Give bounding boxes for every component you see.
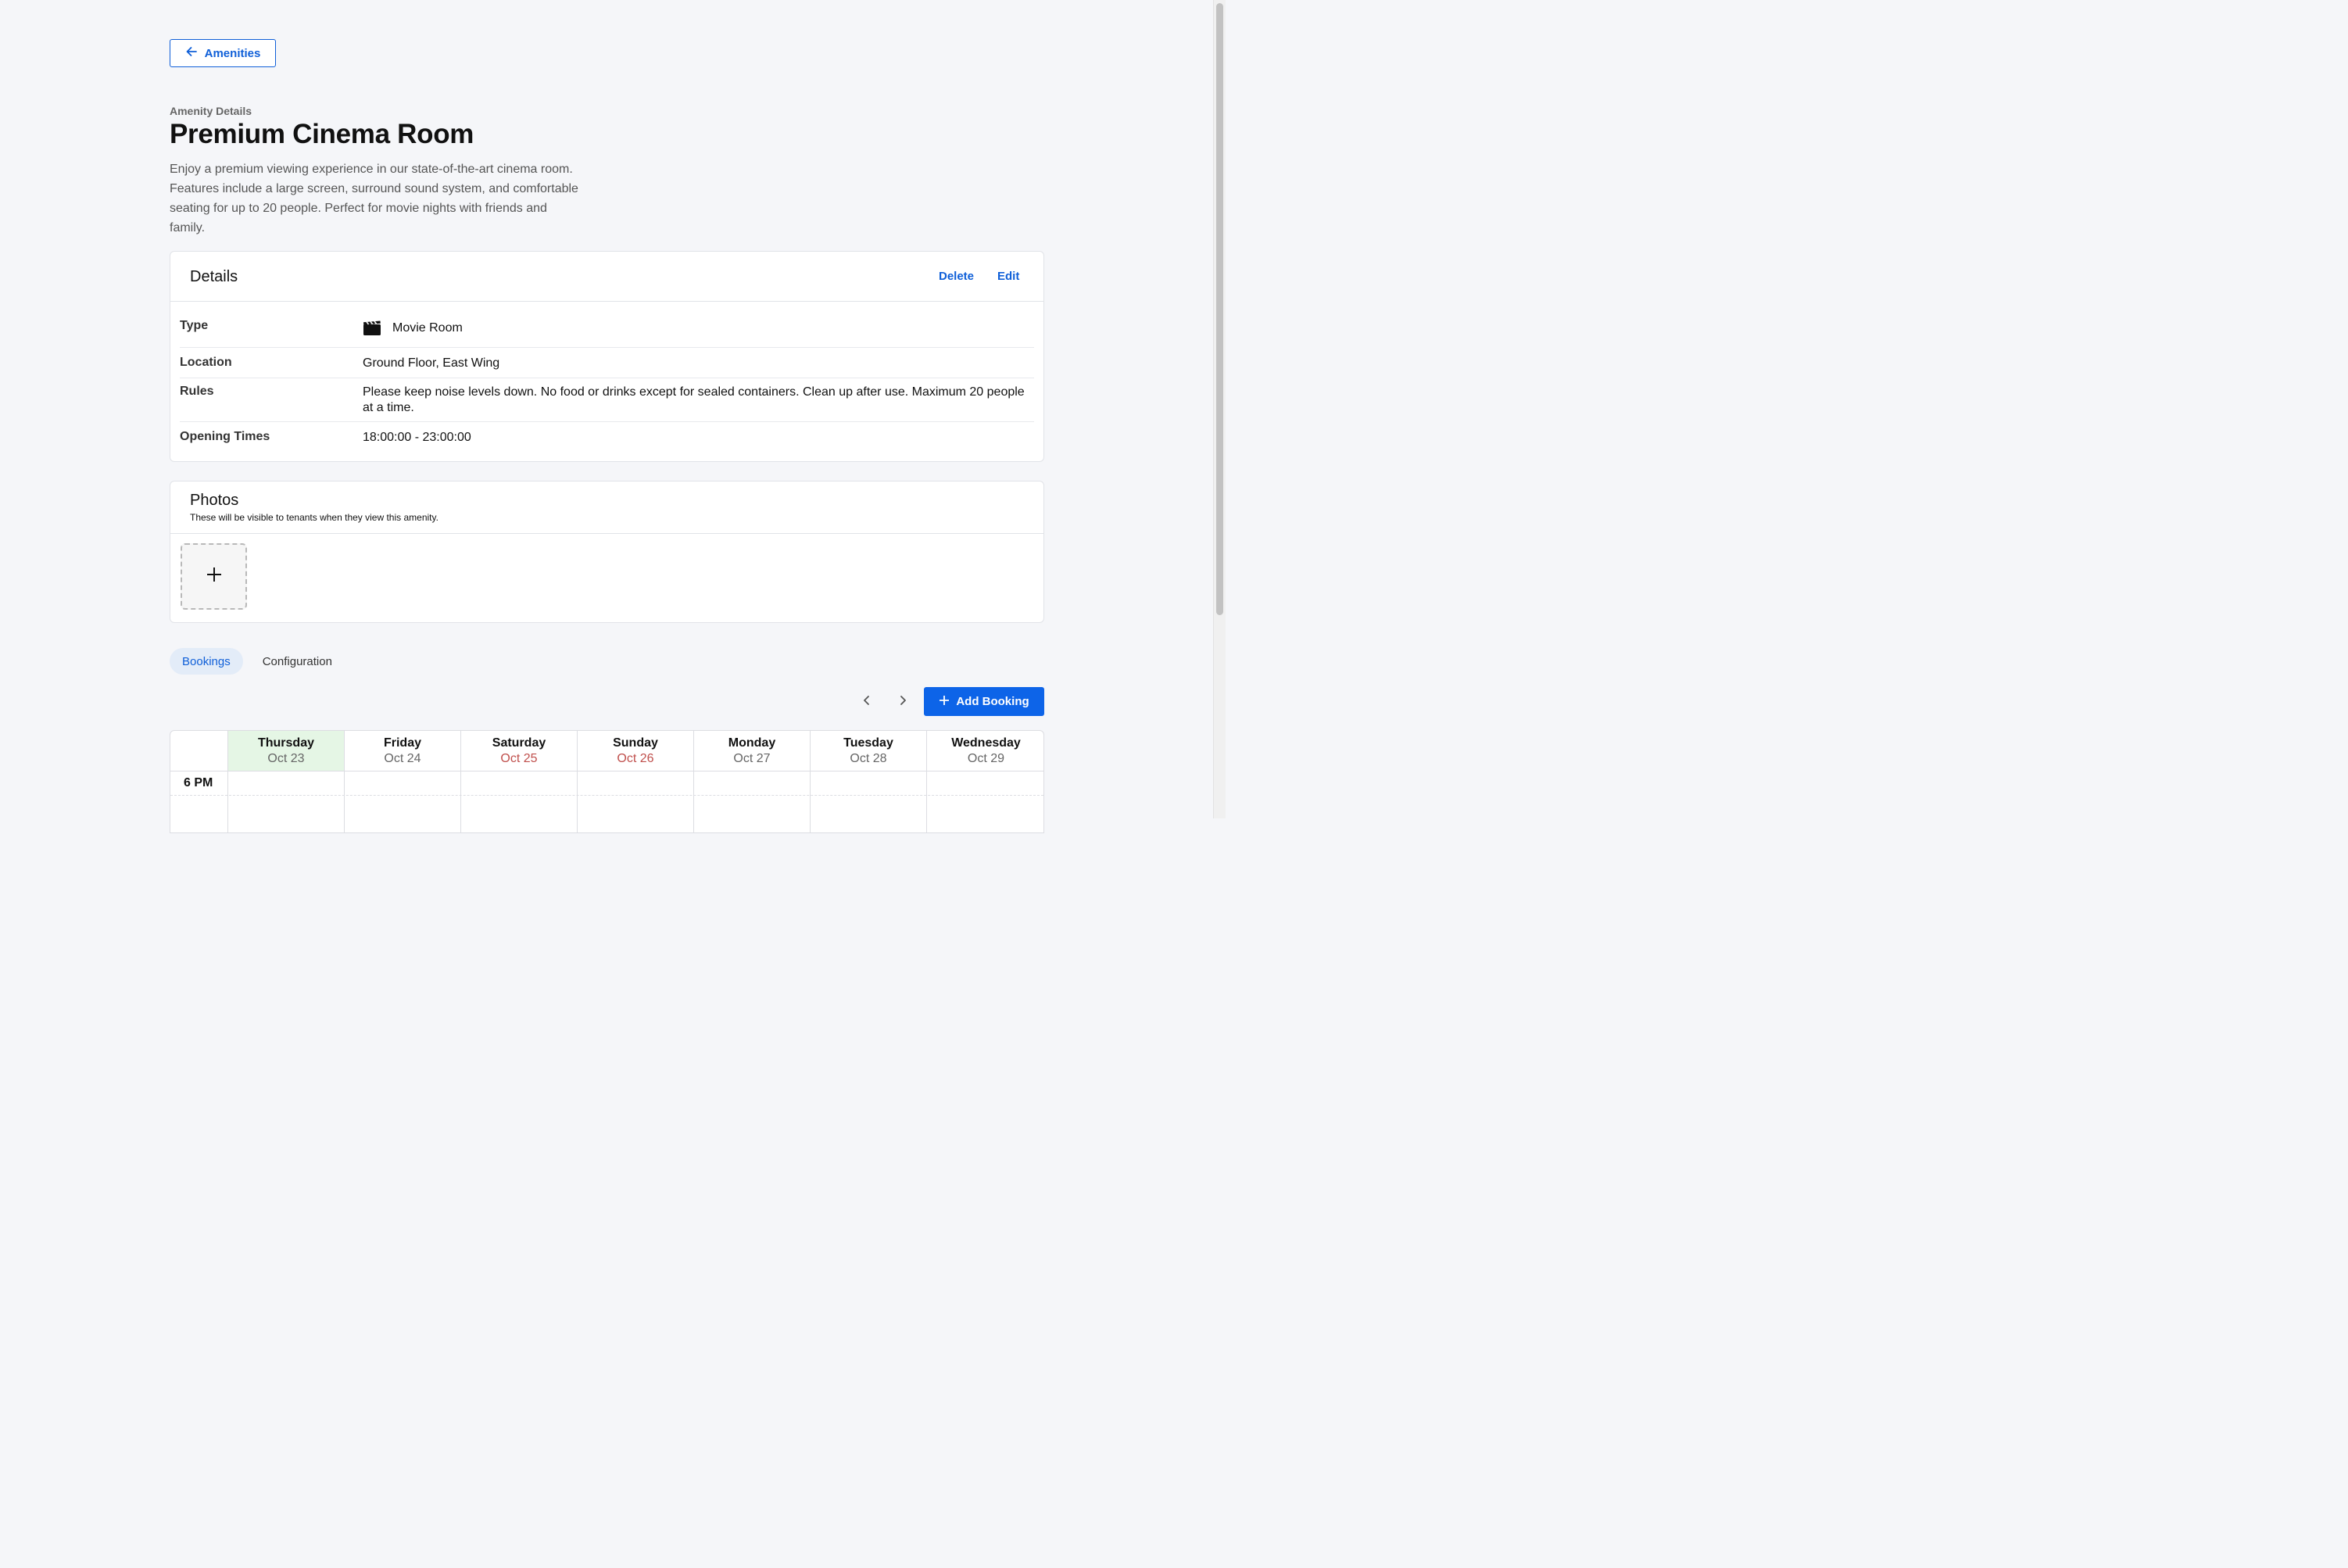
day-date: Oct 29 xyxy=(967,752,1005,765)
arrow-left-icon xyxy=(185,45,198,61)
detail-row-type: Type Movie Room xyxy=(180,302,1034,348)
scrollbar-thumb[interactable] xyxy=(1216,3,1223,615)
opening-times-label: Opening Times xyxy=(180,430,270,443)
day-date: Oct 28 xyxy=(850,752,887,765)
previous-week-button[interactable] xyxy=(857,693,876,711)
day-name: Wednesday xyxy=(951,736,1021,750)
day-date: Oct 25 xyxy=(500,752,538,765)
location-label: Location xyxy=(180,356,232,369)
day-header-saturday: Saturday Oct 25 xyxy=(460,731,577,771)
details-card: Details Delete Edit Type Movie Room Loca… xyxy=(170,251,1044,462)
add-booking-button[interactable]: Add Booking xyxy=(924,687,1044,716)
calendar-slot-saturday[interactable] xyxy=(460,771,578,832)
day-name: Thursday xyxy=(257,736,314,750)
opening-times-value: 18:00:00 - 23:00:00 xyxy=(363,431,471,444)
next-week-button[interactable] xyxy=(893,693,912,711)
calendar-slot-friday[interactable] xyxy=(344,771,461,832)
half-hour-line xyxy=(170,795,1043,796)
type-value: Movie Room xyxy=(392,321,463,335)
tab-configuration[interactable]: Configuration xyxy=(250,648,345,675)
bookings-calendar: Thursday Oct 23 Friday Oct 24 Saturday Oct 25… xyxy=(170,730,1044,833)
calendar-slot-tuesday[interactable] xyxy=(810,771,927,832)
day-name: Tuesday xyxy=(843,736,893,750)
day-header-wednesday: Wednesday Oct 29 xyxy=(926,731,1043,771)
page-title: Premium Cinema Room xyxy=(170,119,474,149)
day-date: Oct 27 xyxy=(733,752,771,765)
page-scrollbar[interactable] xyxy=(1213,0,1226,818)
add-booking-label: Add Booking xyxy=(956,695,1029,708)
day-header-sunday: Sunday Oct 26 xyxy=(577,731,693,771)
day-name: Friday xyxy=(383,736,421,750)
details-title: Details xyxy=(190,268,238,285)
day-name: Sunday xyxy=(613,736,658,750)
day-name: Monday xyxy=(728,736,776,750)
clapperboard-icon xyxy=(363,320,381,336)
day-date: Oct 24 xyxy=(384,752,421,765)
rules-value: Please keep noise levels down. No food o… xyxy=(363,385,1025,414)
time-slot-label: 6 PM xyxy=(184,776,213,789)
delete-button[interactable]: Delete xyxy=(939,270,974,283)
tab-bookings[interactable]: Bookings xyxy=(170,648,243,675)
back-button-label: Amenities xyxy=(204,46,261,60)
photos-card: Photos These will be visible to tenants … xyxy=(170,481,1044,623)
plus-icon xyxy=(206,566,223,587)
day-header-thursday: Thursday Oct 23 xyxy=(227,731,344,771)
day-date: Oct 23 xyxy=(267,752,305,765)
chevron-left-icon xyxy=(862,695,872,710)
day-name: Saturday xyxy=(492,736,546,750)
type-value-group: Movie Room xyxy=(363,320,1027,336)
page-subheading: Amenity Details xyxy=(170,105,252,117)
detail-row-location: Location Ground Floor, East Wing xyxy=(180,348,1034,378)
tab-bar: Bookings Configuration xyxy=(170,648,345,675)
calendar-slot-sunday[interactable] xyxy=(577,771,694,832)
calendar-slot-thursday[interactable] xyxy=(227,771,345,832)
calendar-slot-wednesday[interactable] xyxy=(926,771,1043,832)
edit-button[interactable]: Edit xyxy=(997,270,1019,283)
amenity-description: Enjoy a premium viewing experience in ou… xyxy=(170,163,578,234)
photos-subtitle: These will be visible to tenants when th… xyxy=(190,512,438,523)
rules-label: Rules xyxy=(180,385,214,398)
photos-title: Photos xyxy=(190,492,239,509)
type-label: Type xyxy=(180,319,209,332)
detail-row-rules: Rules Please keep noise levels down. No … xyxy=(180,378,1034,422)
day-header-friday: Friday Oct 24 xyxy=(344,731,460,771)
calendar-slot-monday[interactable] xyxy=(693,771,811,832)
details-card-header: Details Delete Edit xyxy=(170,252,1043,302)
add-photo-button[interactable] xyxy=(181,543,247,610)
plus-icon xyxy=(939,695,950,709)
back-to-amenities-button[interactable]: Amenities xyxy=(170,39,276,67)
chevron-right-icon xyxy=(898,695,907,710)
location-value: Ground Floor, East Wing xyxy=(363,356,500,370)
detail-row-opening-times: Opening Times 18:00:00 - 23:00:00 xyxy=(180,422,1034,460)
photos-card-header: Photos These will be visible to tenants … xyxy=(170,481,1043,534)
day-date: Oct 26 xyxy=(617,752,654,765)
day-header-monday: Monday Oct 27 xyxy=(693,731,810,771)
day-header-tuesday: Tuesday Oct 28 xyxy=(810,731,926,771)
